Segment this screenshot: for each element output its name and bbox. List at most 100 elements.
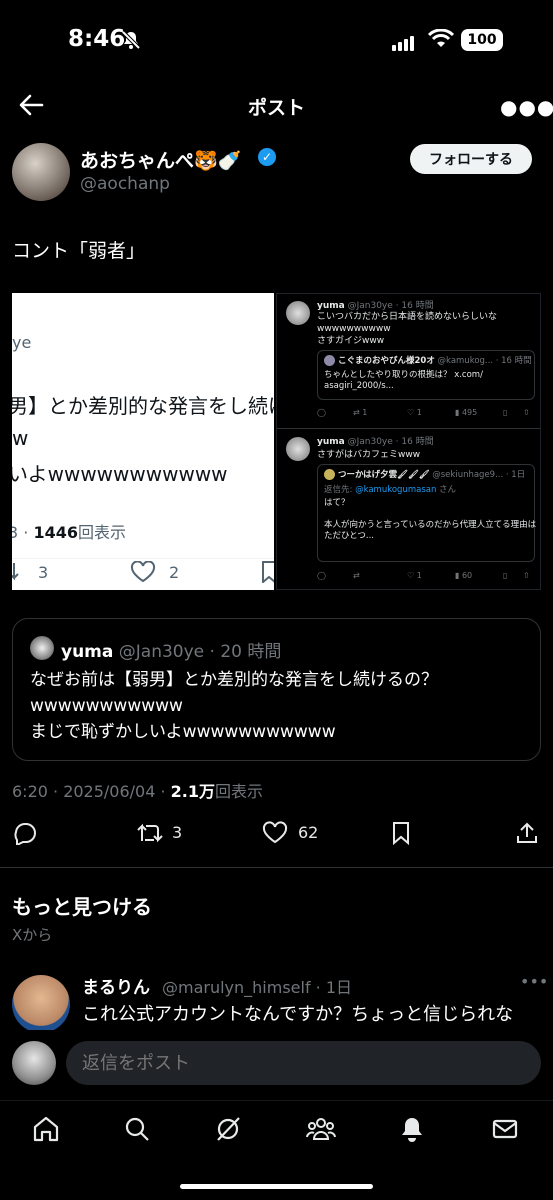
quoted-post[interactable]: yuma @Jan30ye · 20 時間 なぜお前は【弱男】とか差別的な発言を… xyxy=(12,618,541,761)
reply-icon[interactable] xyxy=(12,821,38,845)
quote-avatar xyxy=(30,636,54,660)
post-views-count: 2.1万 xyxy=(170,782,216,801)
post-meta: 6:20 · 2025/06/04 · 2.1万回表示 xyxy=(12,778,263,802)
image-like-count: 1 xyxy=(416,408,422,417)
post-timestamp: 6:20 · 2025/06/04 · xyxy=(12,782,171,801)
discover-title: もっと見つける xyxy=(12,895,152,919)
image-views-count: 495 xyxy=(461,408,478,417)
image-views-count: 60 xyxy=(461,571,473,580)
image-like-count: 2 xyxy=(169,563,180,582)
image-post-name: yuma xyxy=(317,437,345,447)
author-handle[interactable]: @aochanp xyxy=(80,174,170,194)
image-quote-text-line: はて？ xyxy=(324,498,350,508)
reply-author-name[interactable]: まるりん xyxy=(82,973,150,998)
reply-more-icon[interactable]: ••• xyxy=(520,972,548,991)
image-reply-suffix: さん xyxy=(436,485,457,495)
image-quote-text-line: ただひとつ... xyxy=(324,531,375,541)
image-quote-card: つーかはげ夕雲🖌🖌🖌 @sekiunhage9... · 1日 返信先: @ka… xyxy=(317,464,536,562)
image-stats: 3 · 1446回表示 xyxy=(12,519,126,543)
notifications-icon[interactable] xyxy=(398,1115,428,1145)
quote-header: yuma @Jan30ye · 20 時間 xyxy=(61,637,281,662)
image-rt-count: 1 xyxy=(362,408,368,417)
status-time: 8:46 xyxy=(68,26,126,52)
verified-badge-icon: ✓ xyxy=(258,148,276,166)
image-quote-meta: @kamukog... · 16 時間 xyxy=(437,356,532,366)
image-handle-fragment: ye xyxy=(12,333,32,352)
image-post-meta: @Jan30ye · 16 時間 xyxy=(347,301,434,311)
like-count: 62 xyxy=(298,823,319,842)
image-quote-text: はて？ 本人が向かうと言っているのだから代理人立てる理由は ただひとつ... xyxy=(324,498,536,542)
grok-icon[interactable] xyxy=(214,1115,244,1145)
image-post-text-line: さすがはバカフェミwww xyxy=(317,450,421,460)
section-divider xyxy=(0,867,553,868)
image-text-line: w xyxy=(12,426,29,450)
image-like-icon xyxy=(130,561,156,583)
image-retweet-count: 3 xyxy=(38,563,49,582)
like-icon[interactable] xyxy=(262,821,288,845)
more-options-icon[interactable]: ●●● xyxy=(500,95,553,119)
author-avatar[interactable] xyxy=(12,143,70,201)
image-divider xyxy=(277,428,540,429)
image-quote-text-line: ちゃんとしたやり取りの根拠は？ x.com/ xyxy=(324,370,483,380)
image-stats-label: 回表示 xyxy=(77,523,126,542)
image-post-header: yuma @Jan30ye · 16 時間 xyxy=(317,298,434,311)
image-like-count: 1 xyxy=(416,571,422,580)
retweet-icon[interactable] xyxy=(136,821,164,845)
reply-text: これ公式アカウントなんですか？ちょっと信じられな xyxy=(82,1004,514,1025)
post-actions: 3 62 xyxy=(0,813,553,853)
quote-text: なぜお前は【弱男】とか差別的な発言をし続けるの？ wwwwwwwwwww まじで… xyxy=(30,667,438,745)
image-quote-header: つーかはげ夕雲🖌🖌🖌 @sekiunhage9... · 1日 xyxy=(338,468,525,480)
image-quote-text-line: 本人が向かうと言っているのだから代理人立てる理由は xyxy=(324,520,537,530)
search-icon[interactable] xyxy=(123,1115,153,1145)
page-title: ポスト xyxy=(247,97,305,119)
image-reply-to-label: 返信先: xyxy=(324,485,356,495)
image-post-text-line: さすガイジwww xyxy=(317,336,385,346)
image-quote-avatar xyxy=(324,469,335,480)
reply-input[interactable] xyxy=(66,1041,541,1085)
image-post-header: yuma @Jan30ye · 16 時間 xyxy=(317,434,434,447)
image-quote-text-line: asagiri_2000/s... xyxy=(324,381,394,391)
image-bookmark-icon xyxy=(262,561,274,583)
image-post-text: こいつバカだから日本語を読めないらしいな wwwwwwwwww さすガイジwww xyxy=(317,311,497,347)
reply-meta: @marulyn_himself · 1日 xyxy=(162,978,353,997)
image-quote-header: こぐまのおやびん様20オ @kamukog... · 16 時間 xyxy=(338,354,532,366)
image-retweet-icon xyxy=(12,561,28,583)
post-image-right[interactable]: yuma @Jan30ye · 16 時間 こいつバカだから日本語を読めないらし… xyxy=(276,293,541,590)
image-post-text-line: こいつバカだから日本語を読めないらしいな xyxy=(317,312,498,322)
quote-text-line: なぜお前は【弱男】とか差別的な発言をし続けるの？ xyxy=(30,670,438,690)
reply-avatar[interactable] xyxy=(12,975,70,1033)
image-text-line: 男】とか差別的な発言をし続け xyxy=(12,394,274,418)
share-icon[interactable] xyxy=(515,821,539,845)
image-post-name: yuma xyxy=(317,301,345,311)
home-indicator xyxy=(180,1184,373,1189)
bell-muted-icon xyxy=(121,30,141,50)
image-quote-avatar xyxy=(324,355,335,366)
quote-handle-time: @Jan30ye · 20 時間 xyxy=(118,642,282,662)
signal-icon xyxy=(392,32,416,51)
wifi-icon xyxy=(428,29,454,49)
image-reply-handle: @kamukogumasan xyxy=(355,485,437,495)
retweet-count: 3 xyxy=(172,823,183,842)
communities-icon[interactable] xyxy=(306,1115,336,1145)
author-name[interactable]: あおちゃんぺ🐯🍼 xyxy=(80,146,241,173)
home-icon[interactable] xyxy=(32,1115,62,1145)
post-text: コント「弱者」 xyxy=(12,240,146,262)
image-stats-views: 1446 xyxy=(33,523,78,542)
quote-text-line: wwwwwwwwwww xyxy=(30,696,183,716)
user-avatar[interactable] xyxy=(12,1041,56,1085)
image-quote-name: こぐまのおやびん様20オ xyxy=(338,356,435,366)
bookmark-icon[interactable] xyxy=(392,821,410,845)
image-avatar xyxy=(286,437,310,461)
quote-name: yuma xyxy=(61,642,114,662)
image-quote-meta: @sekiunhage9... · 1日 xyxy=(432,470,526,480)
image-stats-count: 3 · xyxy=(12,523,29,542)
image-quote-text: ちゃんとしたやり取りの根拠は？ x.com/ asagiri_2000/s... xyxy=(324,370,483,392)
image-text-line: いよwwwwwwwwwww xyxy=(12,462,228,486)
image-reply-to: 返信先: @kamukogumasan さん xyxy=(324,483,456,495)
image-avatar xyxy=(286,301,310,325)
messages-icon[interactable] xyxy=(491,1115,521,1145)
discover-subtitle: Xから xyxy=(12,926,53,944)
image-post-text-line: wwwwwwwwww xyxy=(317,324,391,334)
follow-button[interactable]: フォローする xyxy=(410,144,532,174)
post-image-left[interactable]: ye 男】とか差別的な発言をし続け w いよwwwwwwwwwww 3 · 14… xyxy=(12,293,274,590)
